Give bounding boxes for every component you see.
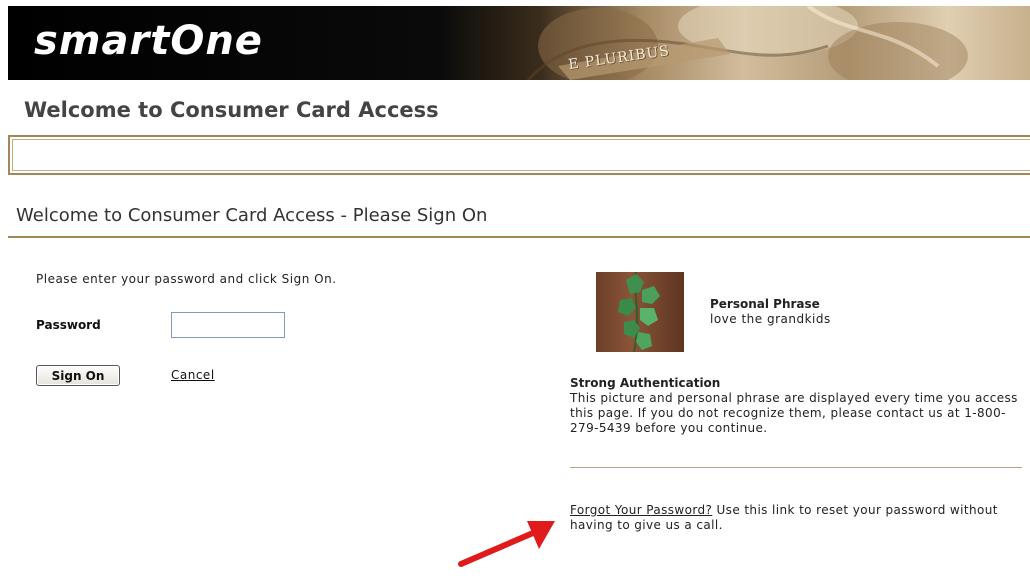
password-input[interactable] bbox=[171, 312, 285, 338]
page-title: Welcome to Consumer Card Access bbox=[24, 98, 439, 122]
ivy-leaf-icon bbox=[618, 272, 660, 352]
sign-on-button[interactable]: Sign On bbox=[36, 365, 120, 386]
section-title: Welcome to Consumer Card Access - Please… bbox=[16, 205, 488, 226]
forgot-password-link[interactable]: Forgot Your Password? bbox=[570, 503, 712, 517]
personal-picture-ivy bbox=[596, 272, 684, 352]
message-box bbox=[8, 135, 1030, 175]
cancel-link[interactable]: Cancel bbox=[171, 368, 215, 382]
right-panel-divider bbox=[570, 467, 1022, 468]
strong-authentication-text: This picture and personal phrase are dis… bbox=[570, 391, 1018, 435]
sign-on-instruction: Please enter your password and click Sig… bbox=[36, 272, 337, 286]
personal-phrase-title: Personal Phrase bbox=[710, 297, 820, 311]
password-label: Password bbox=[36, 318, 101, 332]
header-banner: smartOne E PLURIBUS bbox=[8, 6, 1030, 80]
red-arrow-icon bbox=[458, 521, 555, 567]
strong-authentication-title: Strong Authentication bbox=[570, 376, 721, 390]
personal-phrase-text: love the grandkids bbox=[710, 312, 831, 326]
eagle-seal-illustration bbox=[526, 6, 968, 80]
sign-on-page: smartOne E PLURIBUS Welcome to Consumer … bbox=[0, 0, 1030, 578]
smartone-logo: smartOne bbox=[34, 18, 263, 64]
forgot-password-note: Forgot Your Password? Use this link to r… bbox=[570, 503, 1025, 533]
section-divider bbox=[8, 236, 1030, 238]
